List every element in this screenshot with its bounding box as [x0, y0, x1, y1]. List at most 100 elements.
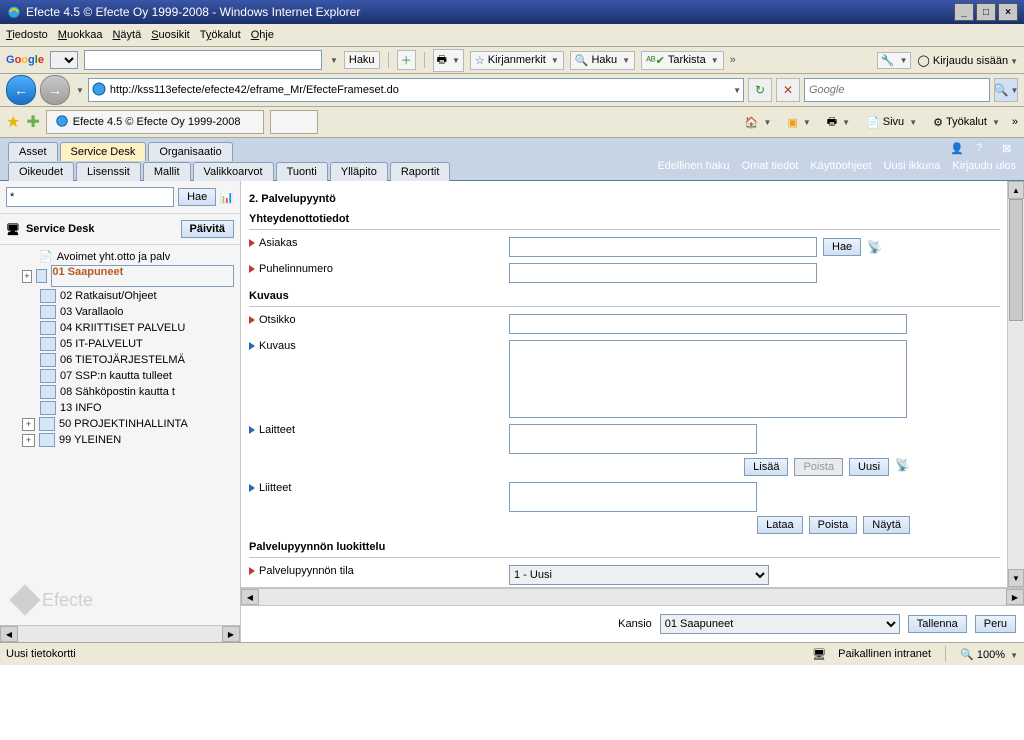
button-uusi[interactable]: Uusi	[849, 458, 889, 476]
ie-tab-new[interactable]	[270, 110, 318, 134]
tree-node-99[interactable]: +99 YLEINEN	[0, 432, 240, 448]
link-logout[interactable]: Kirjaudu ulos	[952, 160, 1016, 172]
chart-icon[interactable]: 📊	[220, 191, 234, 204]
menu-edit[interactable]: Muokkaa	[58, 29, 103, 41]
input-asiakas[interactable]	[509, 237, 817, 257]
tree-node-08[interactable]: 08 Sähköpostin kautta t	[0, 384, 240, 400]
google-plus-icon[interactable]: ＋	[397, 50, 416, 70]
nav-history-dropdown[interactable]: ▼	[76, 86, 84, 95]
scroll-left-icon[interactable]: ◀	[0, 626, 18, 642]
help-icon[interactable]: ?	[976, 142, 990, 156]
google-signin-status[interactable]: ◯ Kirjaudu sisään▼	[917, 54, 1018, 67]
subtab-valikkoarvot[interactable]: Valikkoarvot	[193, 162, 274, 181]
scroll-right-icon[interactable]: ▶	[222, 626, 240, 642]
menu-tools[interactable]: Työkalut	[200, 29, 241, 41]
sidebar-refresh-button[interactable]: Päivitä	[181, 220, 234, 238]
forward-button[interactable]: →	[40, 75, 70, 105]
button-lataa[interactable]: Lataa	[757, 516, 803, 534]
favorites-star-icon[interactable]: ★	[6, 112, 20, 132]
scroll-down-icon[interactable]: ▼	[1008, 569, 1024, 587]
expand-icon[interactable]: +	[22, 434, 35, 447]
wand-icon[interactable]: 📡	[895, 458, 910, 476]
menu-favorites[interactable]: Suosikit	[151, 29, 190, 41]
button-poista-laitteet[interactable]: Poista	[794, 458, 843, 476]
scroll-thumb[interactable]	[1009, 199, 1023, 321]
input-puhelin[interactable]	[509, 263, 817, 283]
search-go-button[interactable]: 🔍▼	[994, 78, 1018, 102]
wrench-icon[interactable]: 🔧▼	[877, 52, 912, 69]
minimize-button[interactable]: _	[954, 3, 974, 21]
address-bar[interactable]: ▼	[88, 78, 744, 102]
menu-help[interactable]: Ohje	[251, 29, 274, 41]
select-kansio[interactable]: 01 Saapuneet	[660, 614, 900, 634]
chevron-right-icon[interactable]: »	[730, 54, 736, 66]
close-button[interactable]: ×	[998, 3, 1018, 21]
google-search-input[interactable]	[84, 50, 322, 70]
google-bookmarks-button[interactable]: ☆ Kirjanmerkit▼	[470, 51, 564, 70]
sidebar-search-input[interactable]	[6, 187, 174, 207]
tree-node-avoimet[interactable]: 📄Avoimet yht.otto ja palv	[0, 249, 240, 264]
address-input[interactable]	[107, 84, 731, 96]
tree-node-01-saapuneet[interactable]: +01 Saapuneet	[0, 264, 240, 288]
restore-button[interactable]: □	[976, 3, 996, 21]
tab-asset[interactable]: Asset	[8, 142, 58, 161]
subtab-mallit[interactable]: Mallit	[143, 162, 191, 181]
textarea-kuvaus[interactable]	[509, 340, 907, 418]
input-otsikko[interactable]	[509, 314, 907, 334]
button-lisaa[interactable]: Lisää	[744, 458, 788, 476]
subtab-raportit[interactable]: Raportit	[390, 162, 451, 181]
scroll-left-icon[interactable]: ◀	[241, 589, 259, 605]
button-peru[interactable]: Peru	[975, 615, 1016, 633]
textarea-liitteet[interactable]	[509, 482, 757, 512]
zoom-level[interactable]: 🔍 100% ▼	[960, 648, 1018, 661]
page-menu-button[interactable]: 📄 Sivu▼	[862, 114, 921, 131]
dropdown-icon[interactable]: ▼	[330, 56, 338, 65]
home-button[interactable]: 🏠▼	[741, 114, 776, 131]
search-input[interactable]	[807, 83, 987, 97]
add-favorite-icon[interactable]: ✚	[26, 112, 39, 132]
google-popup-icon[interactable]: 🖶▼	[433, 49, 464, 72]
tree-node-05[interactable]: 05 IT-PALVELUT	[0, 336, 240, 352]
menu-file[interactable]: TTiedostoiedosto	[6, 29, 48, 41]
tree-node-04[interactable]: 04 KRIITTISET PALVELU	[0, 320, 240, 336]
google-find-button[interactable]: 🔍 Haku▼	[570, 51, 635, 70]
google-account-select[interactable]: 8	[50, 51, 78, 69]
subtab-lisenssit[interactable]: Lisenssit	[76, 162, 141, 181]
subtab-tuonti[interactable]: Tuonti	[276, 162, 328, 181]
back-button[interactable]: ←	[6, 75, 36, 105]
link-prev-search[interactable]: Edellinen haku	[657, 160, 729, 172]
chevron-right-icon[interactable]: »	[1012, 116, 1018, 128]
button-poista-liitteet[interactable]: Poista	[809, 516, 858, 534]
stop-button[interactable]: ✕	[776, 78, 800, 102]
tree-node-03[interactable]: 03 Varallaolo	[0, 304, 240, 320]
ie-tab-active[interactable]: Efecte 4.5 © Efecte Oy 1999-2008	[46, 110, 264, 134]
sidebar-hscroll[interactable]: ◀▶	[0, 625, 240, 642]
scroll-up-icon[interactable]: ▲	[1008, 181, 1024, 199]
subtab-oikeudet[interactable]: Oikeudet	[8, 162, 74, 181]
tree-node-50[interactable]: +50 PROJEKTINHALLINTA	[0, 416, 240, 432]
vertical-scrollbar[interactable]: ▲ ▼	[1007, 181, 1024, 587]
subtab-yllapito[interactable]: Ylläpito	[330, 162, 388, 181]
google-check-button[interactable]: ᴬᴮ✔ Tarkista▼	[641, 51, 724, 70]
textarea-laitteet[interactable]	[509, 424, 757, 454]
link-new-window[interactable]: Uusi ikkuna	[884, 160, 941, 172]
button-hae-asiakas[interactable]: Hae	[823, 238, 861, 256]
print-button[interactable]: 🖶▼	[823, 111, 854, 134]
tree-node-07[interactable]: 07 SSP:n kautta tulleet	[0, 368, 240, 384]
menu-view[interactable]: Näytä	[112, 29, 141, 41]
link-help[interactable]: Käyttöohjeet	[810, 160, 871, 172]
user-icon[interactable]: 👤	[950, 142, 964, 156]
button-tallenna[interactable]: Tallenna	[908, 615, 967, 633]
select-tila[interactable]: 1 - Uusi	[509, 565, 769, 585]
close-app-icon[interactable]: ⊠	[1002, 142, 1016, 156]
sidebar-search-button[interactable]: Hae	[178, 188, 216, 206]
refresh-button[interactable]: ↻	[748, 78, 772, 102]
tree-node-13[interactable]: 13 INFO	[0, 400, 240, 416]
link-own-info[interactable]: Omat tiedot	[742, 160, 799, 172]
tree-node-02[interactable]: 02 Ratkaisut/Ohjeet	[0, 288, 240, 304]
main-hscroll[interactable]: ◀▶	[241, 588, 1024, 605]
expand-icon[interactable]: +	[22, 418, 35, 431]
expand-icon[interactable]: +	[22, 270, 32, 283]
wand-icon[interactable]: 📡	[867, 240, 882, 254]
search-box[interactable]	[804, 78, 990, 102]
